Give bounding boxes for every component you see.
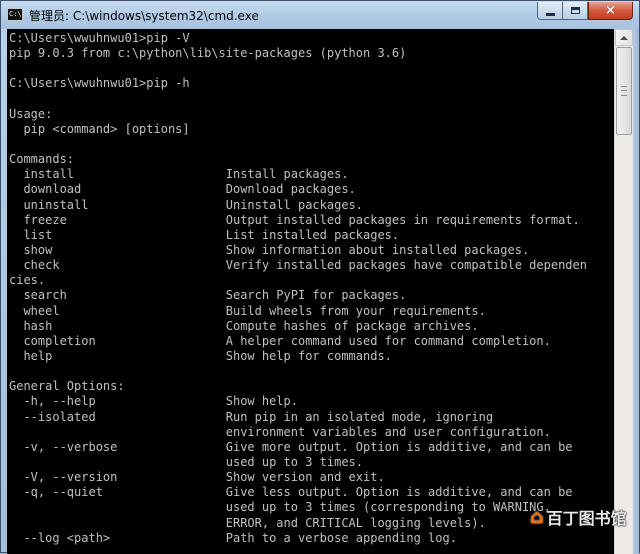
console-line: hash Compute hashes of package archives.	[9, 318, 479, 333]
scroll-up-button[interactable]	[615, 29, 633, 46]
console-line: Commands:	[9, 152, 75, 167]
console-line: ERROR, and CRITICAL logging levels).	[9, 515, 486, 530]
console-line: pip 9.0.3 from c:\python\lib\site-packag…	[9, 46, 407, 61]
console-line: check Verify installed packages have com…	[9, 258, 587, 273]
console-line: wheel Build wheels from your requirement…	[9, 303, 486, 318]
maximize-icon	[570, 7, 580, 14]
scrollbar-thumb[interactable]	[616, 47, 632, 135]
console-line: -V, --version Show version and exit.	[9, 470, 385, 485]
console-line: completion A helper command used for com…	[9, 333, 551, 348]
console-line: --log <path> Path to a verbose appending…	[9, 530, 457, 545]
watermark-text: 百丁图书馆	[546, 509, 627, 528]
console-line: -q, --quiet Give less output. Option is …	[9, 485, 573, 500]
arrow-up-icon	[620, 35, 628, 40]
console-line: C:\Users\wwuhnwu01>pip -h	[9, 76, 190, 91]
console-line: search Search PyPI for packages.	[9, 288, 407, 303]
watermark: ⌂ 百丁图书馆	[530, 502, 627, 532]
minimize-button[interactable]	[537, 2, 563, 20]
console-line: pip <command> [options]	[9, 121, 190, 136]
console-line: help Show help for commands.	[9, 348, 392, 363]
window-frame-right	[633, 29, 639, 554]
close-button[interactable]: ×	[588, 2, 633, 20]
window-title: 管理员: C:\windows\system32\cmd.exe	[29, 9, 259, 23]
console-line: used up to 3 times (corresponding to WAR…	[9, 500, 551, 515]
watermark-logo-icon: ⌂	[530, 506, 544, 528]
minimize-icon	[545, 12, 555, 16]
close-icon: ×	[605, 3, 616, 18]
console-line: environment variables and user configura…	[9, 424, 551, 439]
console-line: show Show information about installed pa…	[9, 242, 530, 257]
console-line: --isolated Run pip in an isolated mode, …	[9, 409, 494, 424]
console-text: C:\Users\wwuhnwu01>pip -V pip 9.0.3 from …	[7, 29, 614, 546]
console-line: cies.	[9, 273, 46, 288]
console-line: -h, --help Show help.	[9, 394, 298, 409]
console-line: C:\Users\wwuhnwu01>pip -V	[9, 31, 190, 45]
cmd-app-icon[interactable]: C:\	[7, 8, 23, 21]
grip-icon	[621, 86, 627, 96]
console-line: download Download packages.	[9, 182, 356, 197]
cmd-window: C:\ 管理员: C:\windows\system32\cmd.exe × C…	[0, 0, 640, 554]
console-output[interactable]: C:\Users\wwuhnwu01>pip -V pip 9.0.3 from …	[7, 29, 614, 554]
console-line: freeze Output installed packages in requ…	[9, 212, 580, 227]
console-line: -v, --verbose Give more output. Option i…	[9, 439, 573, 454]
console-line: Usage:	[9, 106, 53, 121]
console-line: install Install packages.	[9, 167, 349, 182]
console-line: used up to 3 times.	[9, 454, 364, 469]
console-line: uninstall Uninstall packages.	[9, 197, 364, 212]
console-line: list List installed packages.	[9, 227, 400, 242]
vertical-scrollbar[interactable]	[614, 29, 633, 554]
maximize-button[interactable]	[563, 2, 588, 20]
console-line: General Options:	[9, 379, 125, 394]
